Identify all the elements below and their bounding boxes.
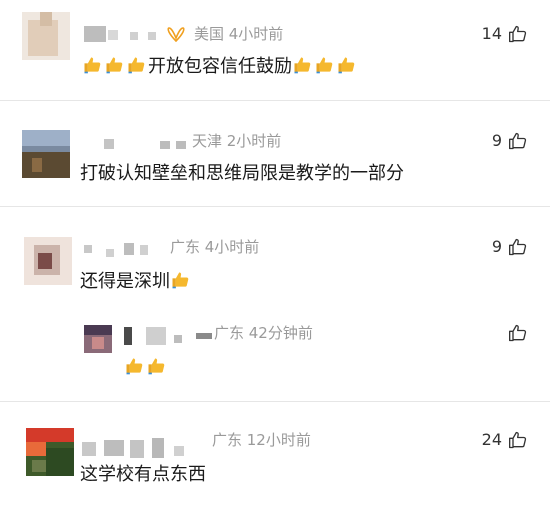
location-time: 广东 4小时前 [170, 238, 260, 256]
reply-like-button[interactable] [502, 323, 528, 343]
thumbs-up-emoji-icon [314, 55, 334, 75]
avatar[interactable] [24, 237, 72, 285]
thumbs-up-outline-icon[interactable] [508, 24, 528, 44]
comment-text: 这学校有点东西 [80, 464, 206, 485]
thumbs-up-outline-icon[interactable] [508, 237, 528, 257]
location-time: 美国 4小时前 [194, 25, 284, 43]
comment-item: 广东 4小时前 9 还得是深圳 广东 42分钟前 [0, 207, 550, 401]
location-time: 天津 2小时前 [192, 132, 282, 150]
like-button[interactable]: 24 [482, 430, 528, 450]
like-count: 24 [481, 430, 502, 449]
comment-text: 打破认知壁垒和思维局限是教学的一部分 [80, 163, 404, 184]
reply-location-time: 广东 42分钟前 [214, 324, 313, 342]
like-count: 9 [491, 237, 502, 256]
thumbs-up-emoji-icon [104, 55, 124, 75]
thumbs-up-emoji-icon [146, 356, 166, 376]
like-button[interactable]: 9 [492, 131, 528, 151]
thumbs-up-emoji-icon [82, 55, 102, 75]
thumbs-up-emoji-icon [126, 55, 146, 75]
comment-text-row: 还得是深圳 [80, 269, 192, 295]
thumbs-up-outline-icon[interactable] [508, 430, 528, 450]
thumbs-up-emoji-icon [170, 270, 190, 290]
location-time: 广东 12小时前 [212, 431, 311, 449]
comment-text-row: 开放包容信任鼓励 [82, 54, 358, 80]
comment-text: 开放包容信任鼓励 [148, 56, 292, 77]
thumbs-up-emoji-icon [292, 55, 312, 75]
thumbs-up-emoji-icon [336, 55, 356, 75]
avatar[interactable] [22, 12, 70, 60]
reply-avatar[interactable] [84, 325, 112, 353]
thumbs-up-outline-icon[interactable] [508, 323, 528, 343]
comment-item: 美国 4小时前 14 开放包容信任鼓励 [0, 0, 550, 100]
username[interactable] [82, 438, 202, 458]
thumbs-up-emoji-icon [124, 356, 144, 376]
like-count: 9 [491, 131, 502, 150]
vip-badge-icon [166, 26, 186, 42]
avatar[interactable] [22, 130, 70, 178]
avatar[interactable] [26, 428, 74, 476]
thumbs-up-outline-icon[interactable] [508, 131, 528, 151]
like-button[interactable]: 9 [492, 237, 528, 257]
username[interactable] [104, 135, 188, 151]
comment-text: 还得是深圳 [80, 271, 170, 292]
username[interactable] [84, 241, 150, 257]
reply-username[interactable] [124, 327, 214, 345]
like-button[interactable]: 14 [482, 24, 528, 44]
reply-text-row [124, 355, 168, 381]
username[interactable] [84, 26, 164, 42]
comment-item: 天津 2小时前 9 打破认知壁垒和思维局限是教学的一部分 [0, 101, 550, 206]
like-count: 14 [481, 24, 502, 43]
comment-item: 广东 12小时前 24 这学校有点东西 [0, 402, 550, 508]
